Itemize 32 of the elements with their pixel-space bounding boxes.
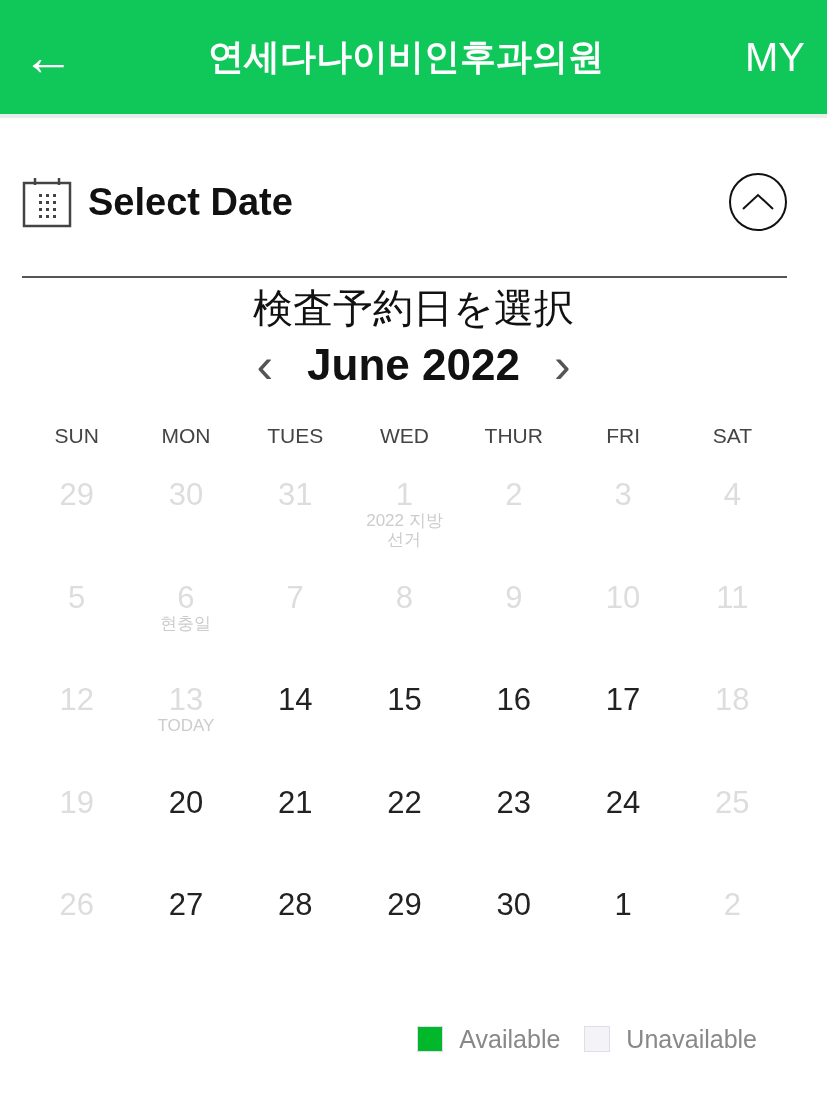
- day-button[interactable]: 23: [496, 785, 531, 820]
- day-button[interactable]: 27: [168, 888, 204, 923]
- day-button[interactable]: 16: [496, 683, 531, 718]
- day-button[interactable]: 17: [605, 683, 641, 718]
- day-button[interactable]: 14: [277, 683, 313, 718]
- next-month-button[interactable]: ›: [543, 340, 581, 390]
- legend-label: Unavailable: [626, 1023, 757, 1055]
- day-button[interactable]: 20: [168, 785, 204, 820]
- day-button[interactable]: 1: [614, 888, 632, 923]
- weekday-label: FRI: [606, 424, 640, 447]
- calendar-icon: [22, 176, 72, 228]
- section-title: Select Date: [88, 179, 293, 225]
- caption-text: 検査予約日を選択: [252, 284, 575, 332]
- day-button[interactable]: 22: [387, 785, 422, 820]
- weekday-label: WED: [380, 424, 429, 447]
- day-button[interactable]: 30: [496, 888, 531, 923]
- weekday-label: TUES: [267, 424, 324, 447]
- weekday-label: SAT: [712, 424, 752, 447]
- previous-month-button[interactable]: ‹: [246, 340, 284, 390]
- month-title: June 2022: [307, 339, 520, 391]
- chevron-up-icon: [741, 192, 775, 212]
- day-button[interactable]: 21: [277, 785, 313, 820]
- day-button[interactable]: 15: [387, 683, 422, 718]
- legend-label: Available: [459, 1023, 561, 1055]
- day-button[interactable]: 29: [387, 888, 422, 923]
- day-button[interactable]: 24: [605, 785, 641, 820]
- weekday-label: MON: [161, 424, 211, 447]
- collapse-toggle[interactable]: [729, 173, 787, 231]
- page-title: 연세다나이비인후과의원: [207, 35, 604, 79]
- weekday-label: THUR: [484, 424, 543, 447]
- day-button[interactable]: 28: [277, 888, 313, 923]
- weekday-label: SUN: [54, 424, 99, 447]
